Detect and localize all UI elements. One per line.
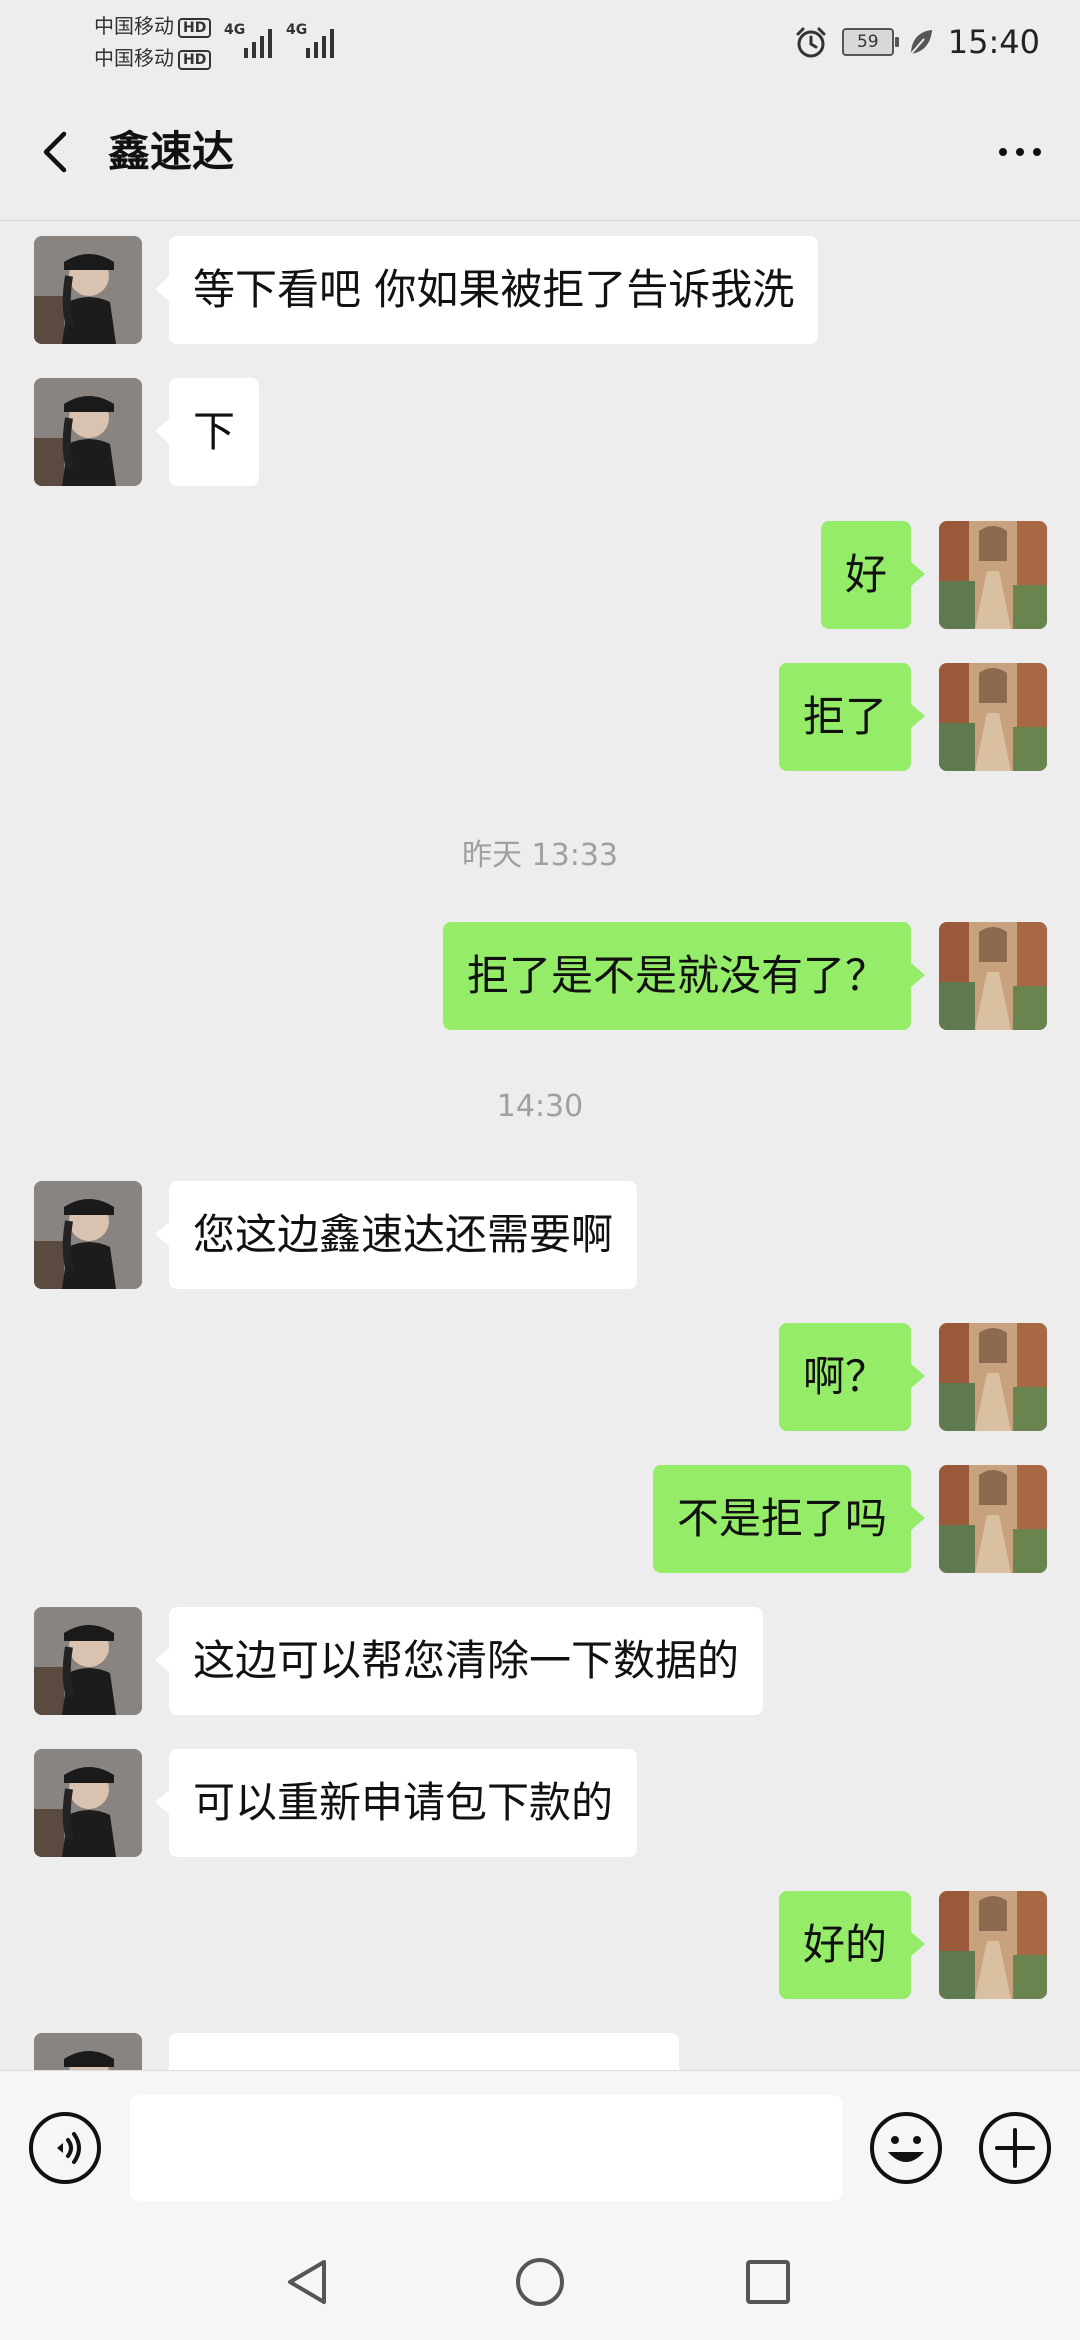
carrier-2-label: 中国移动 [94, 46, 174, 70]
message-bubble[interactable]: 好 [820, 521, 926, 629]
alarm-icon [796, 27, 826, 58]
timestamp: 昨天 13:33 [462, 838, 618, 873]
dot [1016, 148, 1024, 156]
nav-recents-icon[interactable] [738, 2252, 798, 2312]
emoji-icon[interactable] [868, 2110, 944, 2186]
carrier-2: 中国移动 HD [94, 46, 212, 70]
system-navigation-bar [0, 2224, 1080, 2340]
message-list[interactable]: 等下看吧 你如果被拒了告诉我洗 下 好 拒了 昨天 13:33 拒了是不是就没有… [0, 221, 1080, 2070]
nav-back-icon[interactable] [278, 2252, 338, 2312]
status-bar: 中国移动 HD 中国移动 HD 4G 4G 59 15:40 [0, 0, 1080, 84]
message-bubble[interactable]: 您这边鑫速达还需要啊 [154, 1181, 638, 1289]
leaf-icon [910, 30, 932, 55]
battery-indicator: 59 [841, 28, 899, 56]
clock: 15:40 [947, 23, 1040, 61]
contact-avatar[interactable] [34, 1607, 142, 1715]
more-dots-icon[interactable] [984, 124, 1056, 180]
hd-badge: HD [178, 17, 212, 38]
message-row-partial [0, 2033, 1080, 2070]
self-avatar[interactable] [939, 521, 1047, 629]
message-row: 下 [0, 378, 1080, 488]
hd-badge-2: HD [178, 49, 212, 70]
timestamp: 14:30 [496, 1089, 584, 1124]
message-bubble[interactable]: 啊？ [778, 1323, 926, 1431]
carrier-1-label: 中国移动 [94, 14, 174, 38]
chat-header: 鑫速达 [0, 84, 1080, 221]
contact-avatar[interactable] [34, 378, 142, 486]
message-bubble[interactable]: 拒了是不是就没有了？ [442, 922, 926, 1030]
contact-avatar[interactable] [34, 1181, 142, 1289]
carrier-1: 中国移动 HD [94, 14, 212, 38]
input-bar [0, 2070, 1080, 2225]
message-bubble[interactable]: 这边可以帮您清除一下数据的 [154, 1607, 764, 1715]
nav-home-icon[interactable] [510, 2252, 570, 2312]
message-row: 您这边鑫速达还需要啊 [0, 1181, 1080, 1291]
message-row: 不是拒了吗 [0, 1465, 1080, 1575]
message-bubble[interactable]: 不是拒了吗 [652, 1465, 926, 1573]
self-avatar[interactable] [939, 1465, 1047, 1573]
dot [1033, 148, 1041, 156]
message-row: 好 [0, 521, 1080, 631]
message-row: 这边可以帮您清除一下数据的 [0, 1607, 1080, 1717]
voice-icon[interactable] [27, 2110, 103, 2186]
message-row: 拒了 [0, 663, 1080, 773]
message-bubble[interactable]: 下 [154, 378, 260, 486]
contact-avatar[interactable] [34, 1749, 142, 1857]
status-right: 59 15:40 [794, 18, 1040, 66]
self-avatar[interactable] [939, 1891, 1047, 1999]
message-bubble[interactable]: 等下看吧 你如果被拒了告诉我洗 [154, 236, 819, 344]
self-avatar[interactable] [939, 663, 1047, 771]
contact-avatar[interactable] [34, 236, 142, 344]
signal-icon-2: 4G [286, 22, 334, 58]
contact-avatar[interactable] [34, 2033, 142, 2070]
message-row: 可以重新申请包下款的 [0, 1749, 1080, 1859]
message-row: 拒了是不是就没有了？ [0, 922, 1080, 1032]
plus-icon[interactable] [977, 2110, 1053, 2186]
chevron-left-icon[interactable] [28, 120, 88, 184]
message-input[interactable] [130, 2095, 842, 2201]
self-avatar[interactable] [939, 1323, 1047, 1431]
self-avatar[interactable] [939, 922, 1047, 1030]
network-type-1: 4G [224, 22, 245, 38]
message-row: 啊？ [0, 1323, 1080, 1433]
message-bubble[interactable]: 拒了 [778, 663, 926, 771]
message-bubble[interactable]: 可以重新申请包下款的 [154, 1749, 638, 1857]
chat-title: 鑫速达 [108, 127, 235, 176]
message-row: 等下看吧 你如果被拒了告诉我洗 [0, 236, 1080, 346]
dot [999, 148, 1007, 156]
message-bubble-partial[interactable] [169, 2033, 679, 2070]
signal-icon: 4G [224, 22, 272, 58]
message-row: 好的 [0, 1891, 1080, 2001]
message-bubble[interactable]: 好的 [778, 1891, 926, 1999]
network-type-2: 4G [286, 22, 307, 38]
